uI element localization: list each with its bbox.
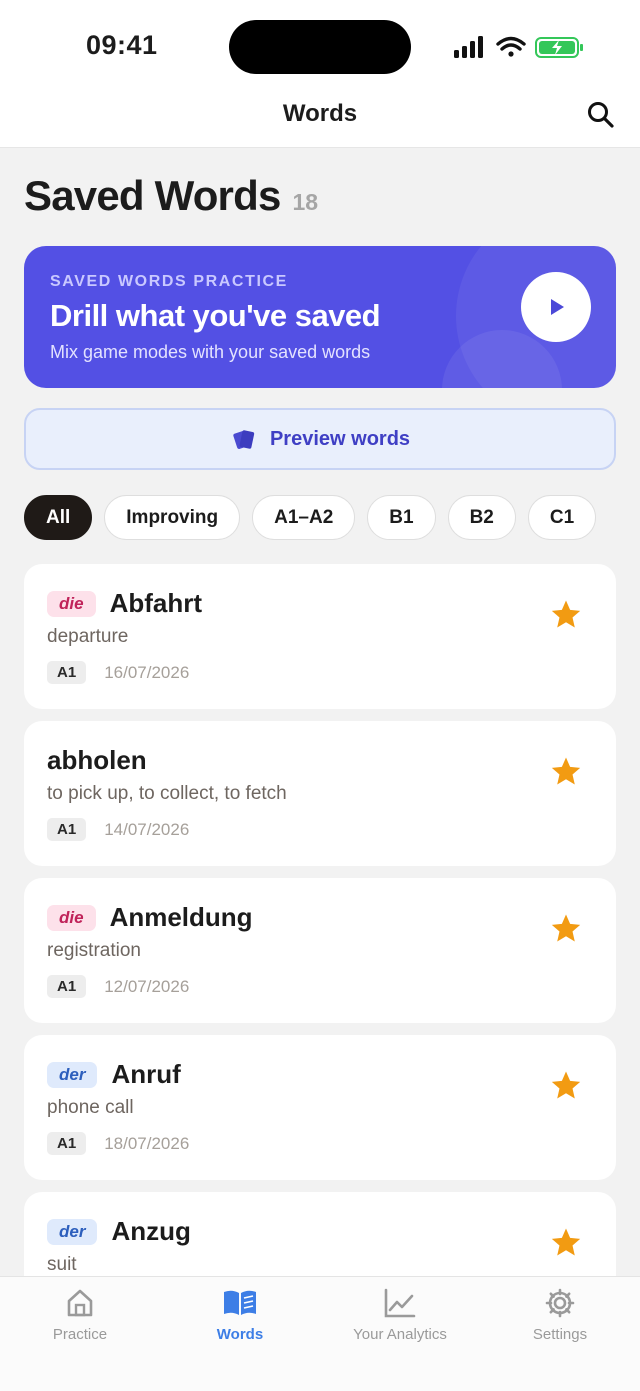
banner-subtitle: Mix game modes with your saved words: [50, 342, 371, 362]
word-text: abholen: [47, 745, 147, 775]
word-text: Anzug: [111, 1216, 191, 1246]
saved-date: 12/07/2026: [104, 976, 190, 996]
banner-kicker: SAVED WORDS PRACTICE: [50, 273, 288, 290]
article-badge: der: [47, 1218, 98, 1245]
word-list: die Abfahrt departure A1 16/07/2026 abho…: [24, 564, 616, 1276]
word-translation: phone call: [47, 1097, 134, 1118]
star-icon[interactable]: [549, 912, 583, 946]
nav-bar: Words: [0, 92, 640, 148]
search-icon[interactable]: [586, 100, 616, 130]
tab-practice-label: Practice: [52, 1326, 108, 1343]
practice-banner[interactable]: SAVED WORDS PRACTICE Drill what you've s…: [24, 246, 616, 388]
tab-analytics-label: Your Analytics: [353, 1326, 447, 1343]
tab-analytics[interactable]: Your Analytics: [320, 1287, 480, 1343]
status-bar: 09:41: [0, 0, 640, 92]
book-icon: [224, 1290, 256, 1315]
article-badge: der: [47, 1061, 98, 1088]
word-card[interactable]: die Anmeldung registration A1 12/07/2026: [24, 878, 616, 1023]
status-icons: [454, 36, 583, 58]
cards-icon: [233, 430, 255, 449]
word-card[interactable]: die Abfahrt departure A1 16/07/2026: [24, 564, 616, 709]
filter-chips: All Improving A1–A2 B1 B2 C1: [24, 495, 597, 540]
star-icon[interactable]: [549, 598, 583, 632]
filter-chip-b2[interactable]: B2: [447, 495, 516, 540]
signal-icon: [454, 36, 483, 58]
word-card[interactable]: der Anzug suit: [24, 1192, 616, 1276]
saved-count-badge: 18: [292, 189, 319, 215]
word-head: die Anmeldung: [47, 902, 253, 933]
article-badge: die: [47, 904, 96, 931]
level-badge: A1: [47, 818, 87, 841]
level-badge: A1: [47, 975, 87, 998]
chart-icon: [384, 1288, 416, 1318]
preview-words-button[interactable]: Preview words: [24, 408, 616, 470]
tab-settings[interactable]: Settings: [480, 1287, 640, 1343]
word-meta: A1 14/07/2026: [47, 818, 189, 841]
home-icon: [67, 1289, 93, 1317]
preview-words-label: Preview words: [269, 427, 411, 450]
filter-chip-all[interactable]: All: [24, 495, 93, 540]
page-title-row: Saved Words 18: [24, 172, 318, 220]
main-content[interactable]: Saved Words 18 SAVED WORDS PRACTICE Dril…: [0, 148, 640, 1276]
nav-title: Words: [282, 100, 358, 127]
tab-settings-label: Settings: [532, 1326, 588, 1343]
word-translation: registration: [47, 940, 141, 961]
word-text: Anruf: [111, 1059, 181, 1089]
tab-practice[interactable]: Practice: [0, 1287, 160, 1343]
battery-icon: [535, 37, 583, 58]
filter-chip-c1[interactable]: C1: [527, 495, 597, 540]
word-meta: A1 16/07/2026: [47, 661, 189, 684]
star-icon[interactable]: [549, 1226, 583, 1260]
dynamic-island: [229, 20, 411, 74]
saved-date: 14/07/2026: [104, 819, 190, 839]
word-card[interactable]: abholen to pick up, to collect, to fetch…: [24, 721, 616, 866]
play-button[interactable]: [521, 272, 591, 342]
level-badge: A1: [47, 1132, 87, 1155]
word-text: Abfahrt: [109, 588, 202, 618]
word-translation: suit: [47, 1254, 77, 1275]
saved-date: 18/07/2026: [104, 1133, 190, 1153]
filter-chip-a1-a2[interactable]: A1–A2: [252, 495, 356, 540]
article-badge: die: [47, 590, 96, 617]
play-icon: [551, 299, 564, 315]
word-translation: to pick up, to collect, to fetch: [47, 783, 287, 804]
page-title: Saved Words: [24, 172, 281, 219]
filter-chip-improving[interactable]: Improving: [104, 495, 241, 540]
gear-icon: [545, 1288, 575, 1318]
tab-words[interactable]: Words: [160, 1287, 320, 1343]
tab-bar: Practice Words Your Analytics Settings: [0, 1276, 640, 1391]
tab-words-label: Words: [216, 1326, 264, 1343]
word-text: Anmeldung: [109, 902, 253, 932]
word-head: die Abfahrt: [47, 588, 202, 619]
filter-chip-b1[interactable]: B1: [367, 495, 436, 540]
word-head: der Anzug: [47, 1216, 191, 1247]
word-meta: A1 12/07/2026: [47, 975, 189, 998]
word-head: abholen: [47, 745, 147, 776]
level-badge: A1: [47, 661, 87, 684]
banner-title: Drill what you've saved: [50, 298, 381, 333]
wifi-icon: [496, 36, 526, 57]
word-head: der Anruf: [47, 1059, 181, 1090]
star-icon[interactable]: [549, 1069, 583, 1103]
star-icon[interactable]: [549, 755, 583, 789]
word-meta: A1 18/07/2026: [47, 1132, 189, 1155]
word-card[interactable]: der Anruf phone call A1 18/07/2026: [24, 1035, 616, 1180]
status-time: 09:41: [86, 30, 158, 60]
saved-date: 16/07/2026: [104, 662, 190, 682]
word-translation: departure: [47, 626, 129, 647]
